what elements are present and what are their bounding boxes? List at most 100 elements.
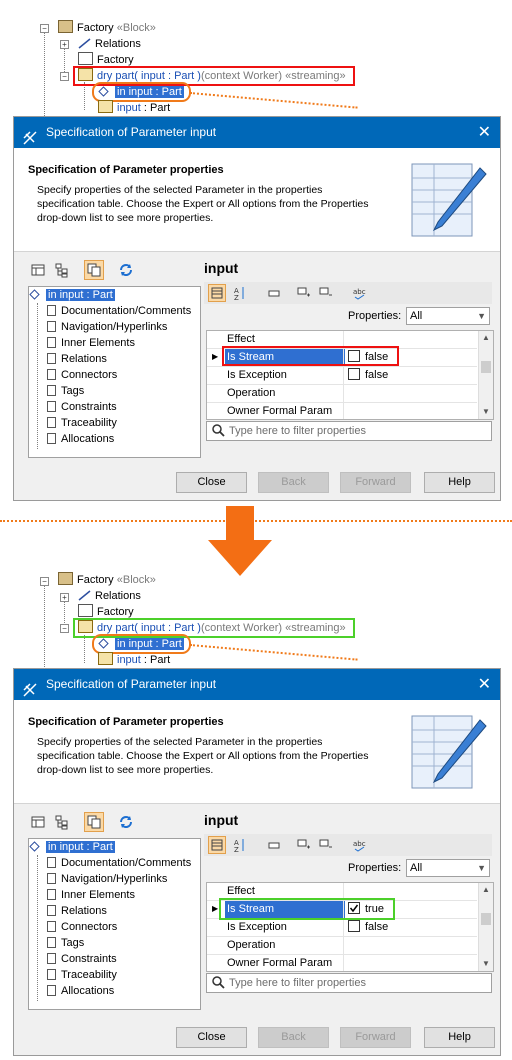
nav-item-constraints[interactable]: Constraints (47, 951, 117, 967)
nav-item-tags[interactable]: Tags (47, 935, 84, 951)
scroll-down-icon[interactable]: ▼ (482, 959, 490, 968)
dialog-button-bar: Close Back Forward Help (14, 1022, 500, 1053)
refresh-icon[interactable] (118, 262, 134, 278)
nav-item-parameter[interactable]: in input : Part (29, 287, 115, 303)
nav-item-inner-elements[interactable]: Inner Elements (47, 335, 135, 351)
categorized-icon[interactable] (208, 284, 226, 302)
callout-oval (92, 634, 191, 654)
property-row[interactable]: Owner Formal Param (207, 403, 477, 419)
dialog-title: Specification of Parameter input (46, 125, 217, 139)
tree-view-icon[interactable] (54, 262, 70, 278)
scroll-up-icon[interactable]: ▲ (482, 885, 490, 894)
nav-item-documentation[interactable]: Documentation/Comments (47, 303, 191, 319)
tree-node-factory-block[interactable]: Factory «Block» (58, 20, 156, 36)
help-button[interactable]: Help (424, 1027, 495, 1048)
collapse-all-icon[interactable] (266, 837, 282, 853)
refresh-icon[interactable] (118, 814, 134, 830)
property-row[interactable]: Operation (207, 937, 477, 955)
scroll-up-icon[interactable]: ▲ (482, 333, 490, 342)
scroll-thumb[interactable] (481, 361, 491, 373)
nav-item-traceability[interactable]: Traceability (47, 415, 117, 431)
copy-icon[interactable] (84, 260, 104, 280)
nav-item-connectors[interactable]: Connectors (47, 919, 117, 935)
expand-toggle[interactable]: + (60, 40, 69, 49)
spelling-icon[interactable]: abc (352, 285, 368, 301)
property-row[interactable]: Operation (207, 385, 477, 403)
nav-item-relations[interactable]: Relations (47, 351, 107, 367)
nav-item-parameter[interactable]: in input : Part (29, 839, 115, 855)
nav-item-documentation[interactable]: Documentation/Comments (47, 855, 191, 871)
grid-scrollbar[interactable]: ▲ ▼ (478, 883, 493, 971)
app-icon (23, 126, 37, 145)
property-row[interactable]: Is Exception false (207, 919, 477, 937)
element-title: input (204, 260, 239, 276)
page-icon (47, 857, 56, 868)
nav-item-navigation[interactable]: Navigation/Hyperlinks (47, 319, 167, 335)
collapse-icon[interactable] (318, 285, 334, 301)
tree-guide-line (44, 579, 45, 673)
tree-node-relations[interactable]: Relations (78, 588, 141, 604)
scroll-thumb[interactable] (481, 913, 491, 925)
collapse-icon[interactable] (318, 837, 334, 853)
nav-item-navigation[interactable]: Navigation/Hyperlinks (47, 871, 167, 887)
back-button[interactable]: Back (258, 472, 329, 493)
page-icon (47, 321, 56, 332)
collapse-toggle[interactable]: − (60, 624, 69, 633)
sort-alpha-icon[interactable]: AZ (232, 285, 248, 302)
dialog-header: Specification of Parameter properties Sp… (14, 148, 500, 252)
properties-dropdown[interactable]: All ▼ (406, 859, 490, 877)
collapse-all-icon[interactable] (266, 285, 282, 301)
nav-item-inner-elements[interactable]: Inner Elements (47, 887, 135, 903)
grid-scrollbar[interactable]: ▲ ▼ (478, 331, 493, 419)
tree-node-input-part[interactable]: input : Part (98, 652, 170, 668)
forward-button[interactable]: Forward (340, 472, 411, 493)
expand-icon[interactable] (296, 285, 312, 301)
nav-item-allocations[interactable]: Allocations (47, 983, 114, 999)
collapse-toggle[interactable]: − (40, 577, 49, 586)
close-button[interactable]: Close (176, 472, 247, 493)
block-icon (58, 20, 73, 33)
collapse-toggle[interactable]: − (40, 24, 49, 33)
copy-icon[interactable] (84, 812, 104, 832)
sort-alpha-icon[interactable]: AZ (232, 837, 248, 854)
part-icon (98, 652, 113, 665)
table-view-icon[interactable] (30, 262, 46, 278)
property-row[interactable]: Owner Formal Param (207, 955, 477, 971)
collapse-toggle[interactable]: − (60, 72, 69, 81)
nav-item-connectors[interactable]: Connectors (47, 367, 117, 383)
expand-icon[interactable] (296, 837, 312, 853)
nav-item-allocations[interactable]: Allocations (47, 431, 114, 447)
nav-item-relations[interactable]: Relations (47, 903, 107, 919)
spelling-icon[interactable]: abc (352, 837, 368, 853)
tree-node-relations[interactable]: Relations (78, 36, 141, 52)
nav-item-constraints[interactable]: Constraints (47, 399, 117, 415)
back-button[interactable]: Back (258, 1027, 329, 1048)
close-button[interactable]: Close (176, 1027, 247, 1048)
filter-input[interactable]: Type here to filter properties (206, 421, 492, 441)
page-icon (47, 353, 56, 364)
nav-item-tags[interactable]: Tags (47, 383, 84, 399)
property-row[interactable]: Is Exception false (207, 367, 477, 385)
nav-item-traceability[interactable]: Traceability (47, 967, 117, 983)
page-icon (47, 985, 56, 996)
categorized-icon[interactable] (208, 836, 226, 854)
tree-node-factory-block[interactable]: Factory «Block» (58, 572, 156, 588)
close-icon[interactable]: ✕ (478, 669, 491, 700)
dialog-header: Specification of Parameter properties Sp… (14, 700, 500, 804)
panel-after: − Factory «Block» + Relations Factory − … (0, 553, 512, 1058)
is-exception-checkbox[interactable] (348, 368, 360, 380)
expand-toggle[interactable]: + (60, 593, 69, 602)
scroll-down-icon[interactable]: ▼ (482, 407, 490, 416)
dialog-title-bar: Specification of Parameter input ✕ (14, 669, 500, 700)
properties-dropdown[interactable]: All ▼ (406, 307, 490, 325)
search-icon (211, 975, 225, 995)
close-icon[interactable]: ✕ (478, 117, 491, 148)
tree-node-input-part[interactable]: input : Part (98, 100, 170, 116)
table-view-icon[interactable] (30, 814, 46, 830)
is-exception-checkbox[interactable] (348, 920, 360, 932)
forward-button[interactable]: Forward (340, 1027, 411, 1048)
tree-view-icon[interactable] (54, 814, 70, 830)
filter-input[interactable]: Type here to filter properties (206, 973, 492, 993)
dialog-button-bar: Close Back Forward Help (14, 467, 500, 498)
help-button[interactable]: Help (424, 472, 495, 493)
